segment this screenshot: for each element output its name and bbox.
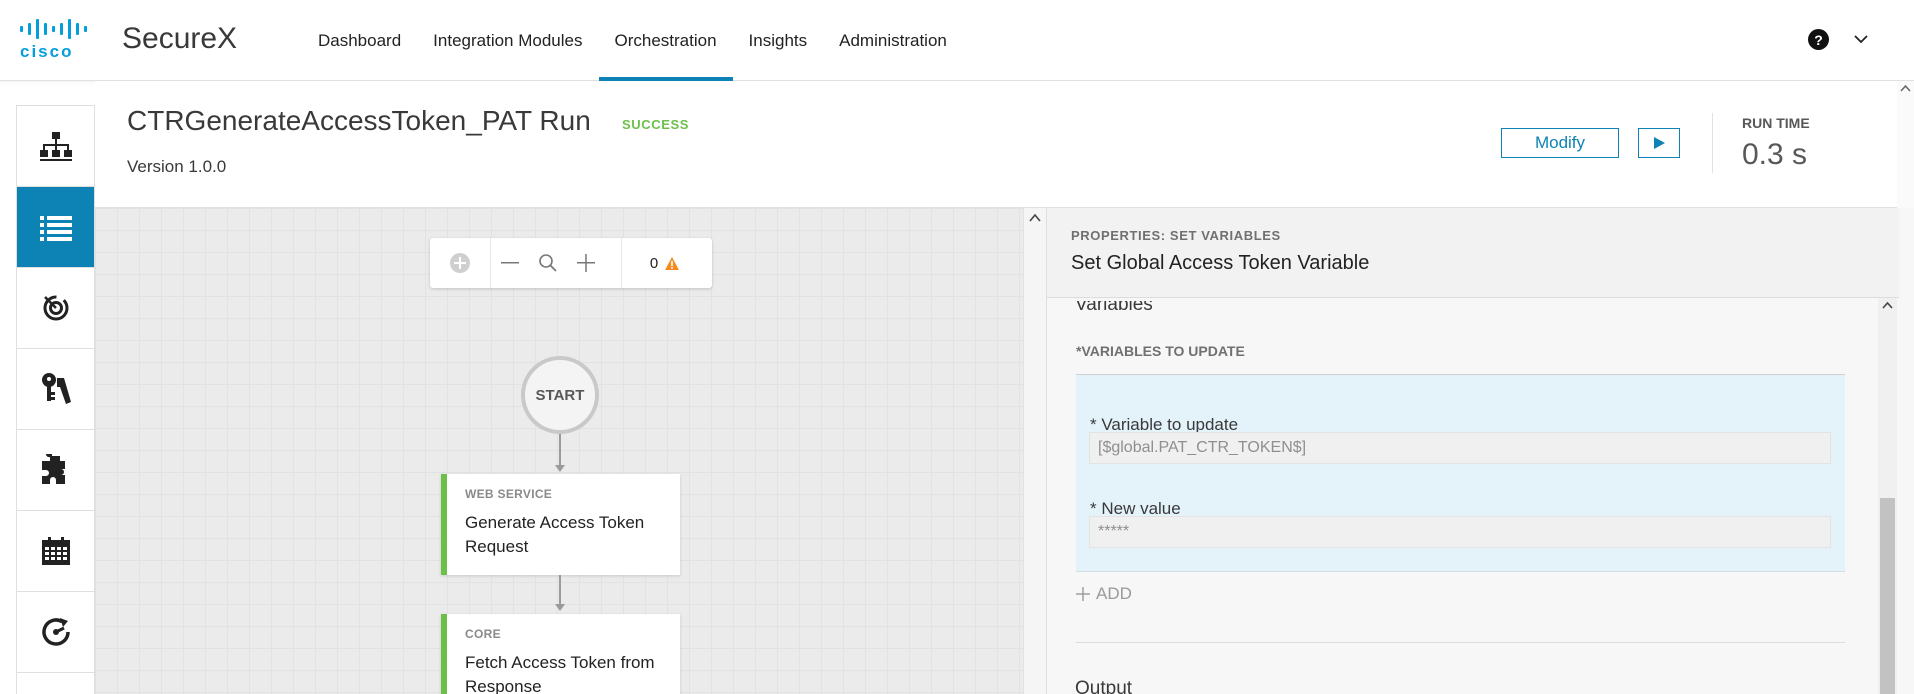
zoom-out-button[interactable] <box>491 238 529 288</box>
plus-icon <box>1076 587 1090 601</box>
modify-button[interactable]: Modify <box>1501 128 1619 158</box>
add-circle-icon <box>450 253 470 273</box>
variable-to-update-field[interactable] <box>1089 432 1831 464</box>
canvas-toolbar: 0 <box>430 238 712 288</box>
divider <box>1076 642 1845 643</box>
start-node[interactable]: START <box>521 356 599 434</box>
scroll-up-icon[interactable] <box>1897 81 1914 95</box>
top-navigation-bar: cisco SecureX Dashboard Integration Modu… <box>0 0 1914 82</box>
add-label: ADD <box>1096 584 1132 603</box>
scroll-up-icon[interactable] <box>1878 298 1897 312</box>
search-icon <box>539 254 557 272</box>
connector-line <box>559 434 561 466</box>
scroll-up-icon[interactable] <box>1028 212 1042 224</box>
sidebar-item-calendar[interactable] <box>17 511 94 592</box>
zoom-in-button[interactable] <box>567 238 605 288</box>
minus-icon <box>501 262 519 264</box>
properties-header: PROPERTIES: SET VARIABLES Set Global Acc… <box>1047 208 1899 298</box>
cisco-logo-text: cisco <box>20 42 74 61</box>
canvas-scrollbar[interactable] <box>1023 208 1046 694</box>
workflow-canvas[interactable]: 0 START WEB SERVICE Generate Access Toke… <box>95 208 1023 694</box>
nav-orchestration[interactable]: Orchestration <box>598 0 733 82</box>
activity-fetch-access-token[interactable]: CORE Fetch Access Token from Response <box>441 614 680 694</box>
targets-icon <box>43 295 68 321</box>
cisco-logo[interactable]: cisco <box>20 18 100 61</box>
output-section-title: Output <box>1075 678 1133 694</box>
warnings-button[interactable]: 0 <box>622 238 708 288</box>
product-name: SecureX <box>122 22 238 55</box>
fit-button[interactable] <box>430 238 490 288</box>
sidebar-item-events[interactable] <box>17 592 94 673</box>
sidebar-item-runs[interactable] <box>17 187 94 268</box>
plus-icon <box>577 254 595 272</box>
connector-line <box>559 575 561 605</box>
sidebar-item-targets[interactable] <box>17 268 94 349</box>
workflow-title: CTRGenerateAccessToken_PAT Run <box>127 105 591 136</box>
workflow-version: Version 1.0.0 <box>127 157 227 176</box>
nav-dashboard[interactable]: Dashboard <box>302 0 417 81</box>
atomic-actions-icon <box>41 454 65 484</box>
properties-type-label: PROPERTIES: SET VARIABLES <box>1071 228 1281 243</box>
chevron-down-icon[interactable] <box>1852 30 1870 48</box>
new-value-field[interactable] <box>1089 516 1831 548</box>
arrow-down-icon <box>555 604 565 611</box>
divider <box>1712 113 1713 173</box>
variables-to-update-label: *VARIABLES TO UPDATE <box>1076 343 1245 359</box>
activity-type: WEB SERVICE <box>465 487 553 501</box>
warning-count: 0 <box>649 254 659 272</box>
activity-name: Fetch Access Token from Response <box>465 653 655 694</box>
activity-name: Generate Access Token Request <box>465 513 645 556</box>
main-nav: Dashboard Integration Modules Orchestrat… <box>302 0 963 82</box>
zoom-reset-button[interactable] <box>529 238 567 288</box>
properties-panel: PROPERTIES: SET VARIABLES Set Global Acc… <box>1046 208 1914 694</box>
workflows-icon <box>39 132 72 161</box>
cisco-logo-bars-icon <box>20 18 100 40</box>
calendar-icon <box>41 537 70 565</box>
arrow-down-icon <box>555 465 565 472</box>
play-icon <box>1654 137 1665 149</box>
nav-administration[interactable]: Administration <box>823 0 963 81</box>
sidebar-item-workflows[interactable] <box>17 106 94 187</box>
help-icon[interactable]: ? <box>1808 29 1829 50</box>
runs-list-icon <box>39 216 72 241</box>
properties-title: Set Global Access Token Variable <box>1071 252 1370 274</box>
sidebar-item-account-keys[interactable] <box>17 349 94 430</box>
properties-scrollbar-thumb[interactable] <box>1880 498 1895 694</box>
events-icon <box>41 618 70 646</box>
variable-entry: * Variable to update * New value <box>1076 375 1845 572</box>
run-time-label: RUN TIME <box>1742 115 1810 131</box>
run-button[interactable] <box>1638 128 1680 158</box>
sidebar-item-atomic-actions[interactable] <box>17 430 94 511</box>
nav-integration-modules[interactable]: Integration Modules <box>417 0 598 81</box>
account-keys-icon <box>41 373 71 404</box>
activity-generate-access-token-request[interactable]: WEB SERVICE Generate Access Token Reques… <box>441 474 680 575</box>
status-badge: SUCCESS <box>622 117 690 132</box>
add-variable-button[interactable]: ADD <box>1076 584 1132 604</box>
nav-insights[interactable]: Insights <box>733 0 824 81</box>
workflow-run-header: CTRGenerateAccessToken_PAT Run SUCCESS V… <box>95 81 1897 208</box>
warning-icon <box>665 256 680 270</box>
run-time-value: 0.3 s <box>1742 138 1808 171</box>
left-sidebar <box>16 105 95 694</box>
activity-type: CORE <box>465 627 501 641</box>
